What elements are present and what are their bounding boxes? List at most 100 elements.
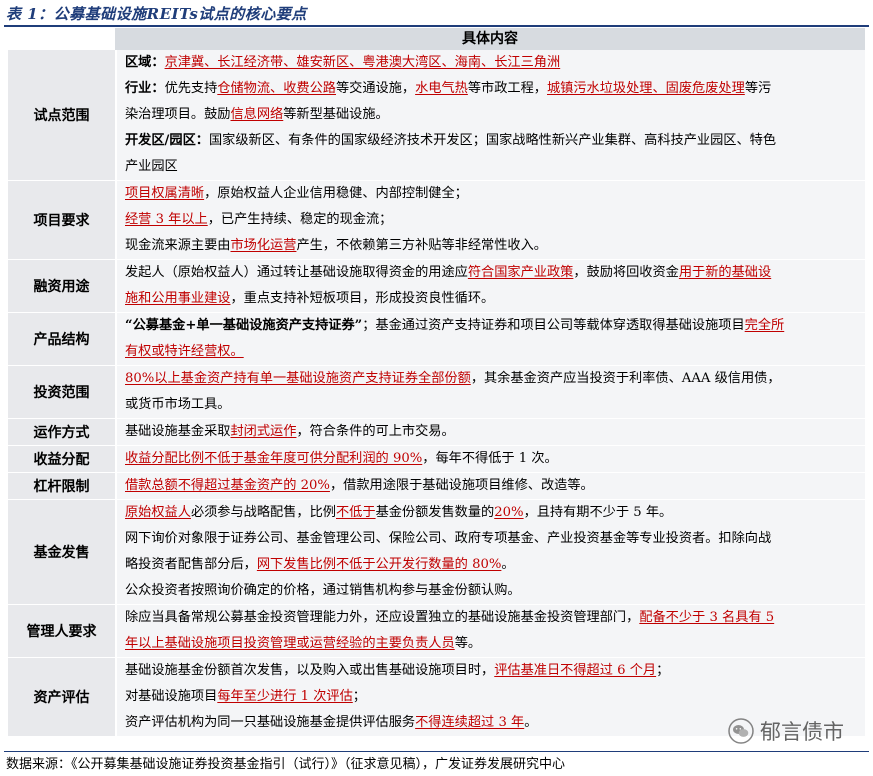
header-content-cell: 具体内容 — [115, 28, 865, 50]
text-segment: 或货币市场工具。 — [125, 397, 231, 412]
row-label: 收益分配 — [8, 446, 117, 472]
content-line: 借款总额不得超过基金资产的 20%，借款用途限于基础设施项目维修、改造等。 — [125, 473, 857, 499]
text-segment: 优先支持 — [164, 81, 218, 96]
content-line: 染治理项目。鼓励信息网络等新型基础设施。 — [125, 102, 857, 128]
content-line: 基础设施基金采取封闭式运作，符合条件的可上市交易。 — [125, 419, 857, 445]
content-line: 公众投资者按照询价确定的价格，通过销售机构参与基金份额认购。 — [125, 578, 857, 604]
text-segment: ；基金通过资产支持证券和项目公司等载体穿透取得基础设施项目 — [362, 318, 745, 333]
text-segment: 对基础设施项目 — [125, 689, 218, 704]
content-line: 网下询价对象限于证券公司、基金管理公司、保险公司、政府专项基金、产业投资基金等专… — [125, 526, 857, 552]
content-line: 经营 3 年以上，已产生持续、稳定的现金流； — [125, 207, 857, 233]
table-row: 管理人要求 除应当具备常规公募基金投资管理能力外，还应设置独立的基础设施基金投资管… — [8, 605, 865, 658]
row-content: 项目权属清晰，原始权益人企业信用稳健、内部控制健全； 经营 3 年以上，已产生持续… — [117, 181, 865, 259]
highlighted-text: 项目权属清晰 — [125, 186, 205, 201]
requirements-table: 具体内容 试点范围 区域：京津冀、长江经济带、雄安新区、粤港澳大湾区、海南、长江三… — [8, 28, 865, 737]
highlighted-text: 经营 3 年以上 — [125, 212, 208, 227]
highlighted-text: 网下发售比例不低于公开发行数量的 80% — [256, 557, 502, 572]
content-line: 或货币市场工具。 — [125, 392, 857, 418]
highlighted-text: 借款总额不得超过基金资产的 20% — [125, 478, 330, 493]
content-line: 区域：京津冀、长江经济带、雄安新区、粤港澳大湾区、海南、长江三角洲 — [125, 50, 857, 76]
table-row: 基金发售 原始权益人必须参与战略配售，比例不低于基金份额发售数量的20%，且持有期… — [8, 500, 865, 605]
table-row: 杠杆限制 借款总额不得超过基金资产的 20%，借款用途限于基础设施项目维修、改造等… — [8, 473, 865, 500]
text-segment: 资产评估机构为同一只基础设施基金提供评估服务 — [125, 715, 416, 730]
content-line: “公募基金+单一基础设施资产支持证券”；基金通过资产支持证券和项目公司等载体穿透… — [125, 313, 857, 339]
text-segment: ，鼓励将回收资金 — [573, 265, 679, 280]
content-line: 原始权益人必须参与战略配售，比例不低于基金份额发售数量的20%，且持有期不少于 … — [125, 500, 857, 526]
row-content: 区域：京津冀、长江经济带、雄安新区、粤港澳大湾区、海南、长江三角洲 行业：优先支持… — [117, 50, 865, 180]
row-content: 收益分配比例不低于基金年度可供分配利润的 90%，每年不得低于 1 次。 — [117, 446, 865, 472]
text-segment: ，已产生持续、稳定的现金流； — [207, 212, 393, 227]
highlighted-text: 市场化运营 — [230, 238, 297, 253]
content-line: 年以上基础设施项目投资管理或运营经验的主要负责人员等。 — [125, 631, 857, 657]
text-segment: 等新型基础设施。 — [283, 107, 389, 122]
table-row: 收益分配 收益分配比例不低于基金年度可供分配利润的 90%，每年不得低于 1 次。 — [8, 446, 865, 473]
highlighted-text: 仓储物流、收费公路 — [217, 81, 336, 96]
text-segment: 开发区/园区： — [125, 133, 209, 148]
wechat-icon — [728, 718, 754, 744]
content-line: 收益分配比例不低于基金年度可供分配利润的 90%，每年不得低于 1 次。 — [125, 446, 857, 472]
table-row: 试点范围 区域：京津冀、长江经济带、雄安新区、粤港澳大湾区、海南、长江三角洲 行业：… — [8, 50, 865, 181]
highlighted-text: 80%以上基金资产持有单一基础设施资产支持证券全部份额 — [125, 371, 471, 386]
row-content: 借款总额不得超过基金资产的 20%，借款用途限于基础设施项目维修、改造等。 — [117, 473, 865, 499]
text-segment: ，且持有期不少于 5 年。 — [523, 505, 673, 520]
text-segment: ，每年不得低于 1 次。 — [422, 451, 558, 466]
row-content: 基础设施基金采取封闭式运作，符合条件的可上市交易。 — [117, 419, 865, 445]
highlighted-text: 施和公用事业建设 — [125, 291, 231, 306]
text-segment: 。 — [501, 557, 515, 572]
text-segment: 网下询价对象限于证券公司、基金管理公司、保险公司、政府专项基金、产业投资基金等专… — [125, 531, 772, 546]
content-line: 除应当具备常规公募基金投资管理能力外，还应设置独立的基础设施基金投资管理部门，配… — [125, 605, 857, 631]
text-segment: 等交通设施， — [336, 81, 416, 96]
row-label: 基金发售 — [8, 500, 117, 604]
header-blank-cell — [8, 28, 115, 50]
highlighted-text: 年以上基础设施项目投资管理或运营经验的主要负责人员 — [125, 636, 455, 651]
highlighted-text: 完全所 — [744, 318, 785, 333]
text-segment: 等污 — [744, 81, 772, 96]
row-label: 投资范围 — [8, 366, 117, 418]
row-label: 资产评估 — [8, 658, 117, 736]
text-segment: 产生，不依赖第三方补贴等非经常性收入。 — [296, 238, 547, 253]
text-segment: 必须参与战略配售，比例 — [190, 505, 336, 520]
text-segment: ，符合条件的可上市交易。 — [296, 424, 455, 439]
content-line: 产业园区 — [125, 154, 857, 180]
row-content: 80%以上基金资产持有单一基础设施资产支持证券全部份额，其余基金资产应当投资于利… — [117, 366, 865, 418]
text-segment: 基础设施基金采取 — [125, 424, 231, 439]
text-segment: ； — [656, 663, 670, 678]
content-line: 行业：优先支持仓储物流、收费公路等交通设施，水电气热等市政工程，城镇污水垃圾处理… — [125, 76, 857, 102]
text-segment: 发起人（原始权益人）通过转让基础设施取得资金的用途应 — [125, 265, 468, 280]
highlighted-text: 信息网络 — [230, 107, 284, 122]
text-segment: “公募基金+单一基础设施资产支持证券” — [125, 318, 363, 333]
row-label: 项目要求 — [8, 181, 117, 259]
text-segment: 等。 — [454, 636, 482, 651]
content-line: 开发区/园区：国家级新区、有条件的国家级经济技术开发区；国家战略性新兴产业集群、… — [125, 128, 857, 154]
text-segment: 染治理项目。鼓励 — [125, 107, 231, 122]
content-line: 现金流来源主要由市场化运营产生，不依赖第三方补贴等非经常性收入。 — [125, 233, 857, 259]
highlighted-text: 每年至少进行 1 次评估 — [217, 689, 353, 704]
highlighted-text: 封闭式运作 — [230, 424, 297, 439]
text-segment: 公众投资者按照询价确定的价格，通过销售机构参与基金份额认购。 — [125, 583, 521, 598]
text-segment: 。 — [524, 715, 538, 730]
text-segment: 现金流来源主要由 — [125, 238, 231, 253]
text-segment: ，重点支持补短板项目，形成投资良性循环。 — [230, 291, 495, 306]
highlighted-text: 有权或特许经营权。 — [125, 344, 244, 359]
text-segment: ，原始权益人企业信用稳健、内部控制健全； — [204, 186, 468, 201]
text-segment: 等市政工程， — [467, 81, 547, 96]
text-segment: 国家级新区、有条件的国家级经济技术开发区；国家战略性新兴产业集群、高科技产业园区… — [208, 133, 777, 148]
content-line: 80%以上基金资产持有单一基础设施资产支持证券全部份额，其余基金资产应当投资于利… — [125, 366, 857, 392]
table-body: 试点范围 区域：京津冀、长江经济带、雄安新区、粤港澳大湾区、海南、长江三角洲 行业：… — [8, 50, 865, 737]
watermark-text: 郁言债市 — [760, 720, 844, 744]
text-segment: 行业： — [125, 81, 165, 96]
text-segment: 产业园区 — [125, 159, 178, 174]
highlighted-text: 符合国家产业政策 — [467, 265, 574, 280]
row-label: 杠杆限制 — [8, 473, 117, 499]
row-label: 融资用途 — [8, 260, 117, 312]
table-row: 项目要求 项目权属清晰，原始权益人企业信用稳健、内部控制健全； 经营 3 年以上，已… — [8, 181, 865, 260]
highlighted-text: 不低于 — [336, 505, 376, 520]
text-segment: 基金份额发售数量的 — [375, 505, 495, 520]
row-content: 发起人（原始权益人）通过转让基础设施取得资金的用途应符合国家产业政策，鼓励将回收… — [117, 260, 865, 312]
content-line: 有权或特许经营权。 — [125, 339, 857, 365]
table-title: 表 1：公募基础设施REITs试点的核心要点 — [6, 5, 307, 23]
table-row: 运作方式 基础设施基金采取封闭式运作，符合条件的可上市交易。 — [8, 419, 865, 446]
content-line: 施和公用事业建设，重点支持补短板项目，形成投资良性循环。 — [125, 286, 857, 312]
title-divider — [4, 25, 869, 27]
row-content: “公募基金+单一基础设施资产支持证券”；基金通过资产支持证券和项目公司等载体穿透… — [117, 313, 865, 365]
